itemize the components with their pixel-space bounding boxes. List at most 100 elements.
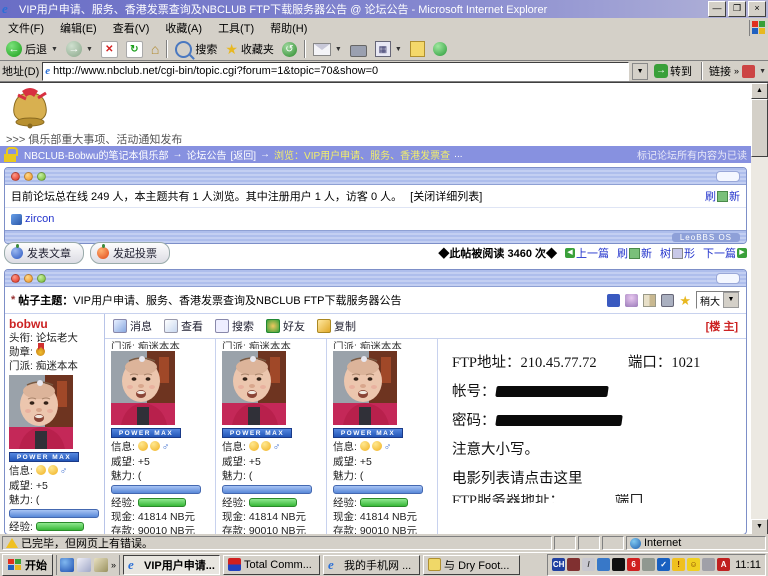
case-note-line: 注意大小写。 bbox=[452, 436, 742, 465]
edit-button[interactable]: ▦ ▼ bbox=[371, 40, 406, 58]
favorite-topic-icon[interactable]: ★ bbox=[679, 294, 691, 307]
zoom-light-icon[interactable] bbox=[37, 172, 46, 181]
collapse-pill-icon[interactable] bbox=[716, 273, 740, 284]
discuss-button[interactable] bbox=[406, 40, 429, 58]
tray-qq-icon[interactable] bbox=[612, 558, 625, 571]
quick-launch-chevron-icon[interactable]: » bbox=[111, 560, 116, 570]
history-button[interactable]: ↺ bbox=[278, 41, 301, 58]
tray-pen-icon[interactable]: / bbox=[582, 558, 595, 571]
menu-favorites[interactable]: 收藏(A) bbox=[157, 18, 210, 38]
collapse-pill-icon[interactable] bbox=[716, 171, 740, 182]
forum-notice-text: >>> 俱乐部重大事项、活动通知发布 bbox=[6, 131, 182, 147]
taskbar-task-ie-phone[interactable]: e 我的手机网 ... bbox=[323, 555, 420, 575]
tray-ati-icon[interactable]: A bbox=[717, 558, 730, 571]
taskbar-task-total-commander[interactable]: Total Comm... bbox=[223, 555, 320, 575]
vertical-scrollbar[interactable]: ▲ ▼ bbox=[751, 83, 768, 535]
scroll-down-icon[interactable]: ▼ bbox=[751, 519, 768, 535]
online-user-link[interactable]: zircon bbox=[25, 213, 54, 225]
close-detail-list-link[interactable]: [关闭详细列表] bbox=[410, 188, 482, 204]
friends-button[interactable]: 好友 bbox=[266, 318, 305, 334]
home-icon: ⌂ bbox=[151, 41, 159, 57]
menu-view[interactable]: 查看(V) bbox=[105, 18, 158, 38]
edit-dropdown-icon[interactable]: ▼ bbox=[395, 46, 402, 53]
links-label[interactable]: 链接 bbox=[709, 63, 731, 79]
breadcrumb-forum-link[interactable]: 论坛公告 bbox=[186, 147, 226, 162]
tray-gear-icon[interactable] bbox=[702, 558, 715, 571]
poster-username-link[interactable]: bobwu bbox=[9, 317, 100, 331]
favorites-button[interactable]: ★ 收藏夹 bbox=[221, 40, 278, 59]
minimize-light-icon[interactable] bbox=[24, 274, 33, 283]
scroll-thumb[interactable] bbox=[751, 99, 768, 157]
tray-six-icon[interactable]: 6 bbox=[627, 558, 640, 571]
action-row: 发表文章 发起投票 ◆此帖被阅读 3460 次◆ ◀ 上一篇 刷 新 bbox=[4, 241, 747, 265]
zoom-light-icon[interactable] bbox=[37, 274, 46, 283]
addon-dropdown-icon[interactable]: ▼ bbox=[759, 68, 766, 75]
report-icon[interactable] bbox=[625, 294, 638, 307]
tray-gray-icon[interactable] bbox=[642, 558, 655, 571]
go-button[interactable]: → 转到 bbox=[651, 63, 695, 79]
addon-icon[interactable] bbox=[742, 65, 755, 78]
quick-desktop-icon[interactable] bbox=[94, 558, 108, 572]
exp-bar bbox=[249, 498, 297, 507]
stop-button[interactable]: ✕ bbox=[97, 40, 122, 59]
mail-dropdown-icon[interactable]: ▼ bbox=[335, 46, 342, 53]
refresh-link[interactable]: 刷 新 bbox=[705, 188, 740, 204]
new-poll-button[interactable]: 发起投票 bbox=[90, 242, 170, 264]
charm-bar bbox=[333, 485, 423, 494]
links-chevron-icon[interactable]: » bbox=[734, 66, 739, 76]
home-button[interactable]: ⌂ bbox=[147, 40, 163, 58]
restore-button[interactable]: ❐ bbox=[728, 1, 746, 17]
scroll-up-icon[interactable]: ▲ bbox=[751, 83, 768, 99]
mail-button[interactable]: ▼ bbox=[309, 42, 346, 57]
menu-file[interactable]: 文件(F) bbox=[0, 18, 52, 38]
start-button[interactable]: 开始 bbox=[2, 554, 53, 576]
menu-help[interactable]: 帮助(H) bbox=[262, 18, 315, 38]
clock[interactable]: 11:11 bbox=[735, 559, 761, 571]
print-button[interactable] bbox=[346, 41, 371, 58]
address-dropdown-icon[interactable]: ▼ bbox=[632, 63, 648, 80]
quick-ie-icon[interactable] bbox=[60, 558, 74, 572]
breadcrumb-back-link[interactable]: [返回] bbox=[230, 147, 256, 162]
forward-dropdown-icon[interactable]: ▼ bbox=[86, 46, 93, 53]
close-light-icon[interactable] bbox=[11, 274, 20, 283]
back-button[interactable]: ← 后退 ▼ bbox=[2, 40, 62, 58]
prev-topic-link[interactable]: ◀ 上一篇 bbox=[565, 245, 609, 261]
exp-bar bbox=[138, 498, 186, 507]
copy-button[interactable]: 复制 bbox=[317, 318, 356, 334]
taskbar-task-ie-vip[interactable]: e VIP用户申请... bbox=[123, 555, 220, 575]
messenger-button[interactable] bbox=[429, 41, 451, 57]
bookmark-icon[interactable] bbox=[643, 294, 656, 307]
view-button[interactable]: 查看 bbox=[164, 318, 203, 334]
new-post-button[interactable]: 发表文章 bbox=[4, 242, 84, 264]
tree-view-link[interactable]: 树 形 bbox=[660, 245, 695, 261]
refresh-topic-link[interactable]: 刷 新 bbox=[617, 245, 652, 261]
message-button[interactable]: 消息 bbox=[113, 318, 152, 334]
breadcrumb-site-link[interactable]: NBCLUB-Bobwu的笔记本俱乐部 bbox=[24, 147, 168, 162]
font-size-select[interactable]: 稍大 ▼ bbox=[696, 291, 740, 309]
search-posts-button[interactable]: 搜索 bbox=[215, 318, 254, 334]
menu-edit[interactable]: 编辑(E) bbox=[52, 18, 105, 38]
tray-monitor-icon[interactable]: ✓ bbox=[657, 558, 670, 571]
address-input[interactable]: e http://www.nbclub.net/cgi-bin/topic.cg… bbox=[42, 62, 629, 81]
menu-tools[interactable]: 工具(T) bbox=[210, 18, 262, 38]
back-dropdown-icon[interactable]: ▼ bbox=[51, 46, 58, 53]
mark-all-read-link[interactable]: 标记论坛所有内容为已读 bbox=[637, 147, 747, 162]
language-indicator[interactable]: CH bbox=[552, 558, 565, 571]
tray-ime-icon[interactable] bbox=[567, 558, 580, 571]
taskbar-task-notepad[interactable]: 与 Dry Foot... bbox=[423, 555, 520, 575]
quick-mail-icon[interactable] bbox=[77, 558, 91, 572]
tray-warning-icon[interactable]: ! bbox=[672, 558, 685, 571]
movie-list-link[interactable]: 电影列表请点击这里 bbox=[452, 465, 742, 494]
refresh-button[interactable]: ↻ bbox=[122, 40, 147, 59]
minimize-button[interactable]: — bbox=[708, 1, 726, 17]
close-light-icon[interactable] bbox=[11, 172, 20, 181]
tray-person-icon[interactable] bbox=[597, 558, 610, 571]
tray-face-icon[interactable]: ☺ bbox=[687, 558, 700, 571]
forward-button[interactable]: → ▼ bbox=[62, 40, 97, 58]
minimize-light-icon[interactable] bbox=[24, 172, 33, 181]
next-topic-link[interactable]: 下一篇 ▶ bbox=[703, 245, 747, 261]
print-topic-icon[interactable] bbox=[661, 294, 674, 307]
close-button[interactable]: × bbox=[748, 1, 766, 17]
search-button[interactable]: 搜索 bbox=[171, 40, 221, 59]
save-topic-icon[interactable] bbox=[607, 294, 620, 307]
